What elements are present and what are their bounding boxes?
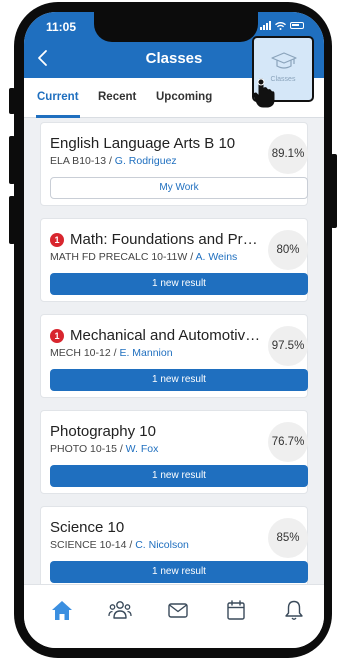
volume-down-button: [9, 196, 15, 244]
course-name: Science 10: [50, 519, 125, 536]
course-name: Math: Foundations and Pre-Calculus 10: [70, 231, 264, 248]
course-card[interactable]: 1 Mechanical and Automotive 10 MECH 10-1…: [40, 314, 308, 398]
active-tab-indicator: [36, 115, 80, 118]
tab-recent[interactable]: Recent: [98, 91, 136, 103]
course-name: Mechanical and Automotive 10: [70, 327, 264, 344]
my-work-button[interactable]: My Work: [50, 177, 308, 199]
calendar-icon[interactable]: [224, 599, 248, 621]
bell-icon[interactable]: [282, 599, 306, 621]
grade-badge: 76.7%: [268, 422, 308, 462]
course-code: MATH FD PRECALC 10-11W / A. Weins: [50, 251, 238, 263]
teacher-link[interactable]: A. Weins: [195, 251, 237, 263]
grade-badge: 80%: [268, 230, 308, 270]
course-card[interactable]: Science 10 SCIENCE 10-14 / C. Nicolson 8…: [40, 506, 308, 590]
teacher-link[interactable]: E. Mannion: [119, 347, 172, 359]
course-code: SCIENCE 10-14 / C. Nicolson: [50, 539, 189, 551]
people-icon[interactable]: [108, 599, 132, 621]
signal-icon: [260, 21, 271, 30]
battery-icon: [290, 22, 304, 29]
teacher-link[interactable]: C. Nicolson: [135, 539, 189, 551]
course-name: English Language Arts B 10: [50, 135, 236, 152]
course-code: ELA B10-13 / G. Rodriguez: [50, 155, 177, 167]
silent-switch: [9, 88, 15, 114]
new-result-button[interactable]: 1 new result: [50, 465, 308, 487]
course-card[interactable]: 1 Math: Foundations and Pre-Calculus 10 …: [40, 218, 308, 302]
course-code: MECH 10-12 / E. Mannion: [50, 347, 173, 359]
mail-icon[interactable]: [166, 599, 190, 621]
pointer-hand-icon: [253, 78, 275, 108]
tab-upcoming[interactable]: Upcoming: [156, 91, 212, 103]
grade-badge: 89.1%: [268, 134, 308, 174]
teacher-link[interactable]: G. Rodriguez: [115, 155, 177, 167]
new-result-button[interactable]: 1 new result: [50, 273, 308, 295]
grade-badge: 85%: [268, 518, 308, 558]
teacher-link[interactable]: W. Fox: [126, 443, 159, 455]
course-card[interactable]: Photography 10 PHOTO 10-15 / W. Fox 76.7…: [40, 410, 308, 494]
app-screen: 11:05 Classes Current Recent Upcoming Cl…: [24, 12, 324, 648]
tab-current[interactable]: Current: [37, 91, 79, 103]
alert-badge: 1: [50, 233, 64, 247]
new-result-button[interactable]: 1 new result: [50, 561, 308, 583]
bottom-nav: [24, 584, 324, 648]
home-icon[interactable]: [50, 599, 74, 621]
new-result-button[interactable]: 1 new result: [50, 369, 308, 391]
grade-badge: 97.5%: [268, 326, 308, 366]
alert-badge: 1: [50, 329, 64, 343]
volume-up-button: [9, 136, 15, 184]
course-card[interactable]: English Language Arts B 10 ELA B10-13 / …: [40, 122, 308, 206]
graduation-cap-icon: [271, 52, 297, 69]
status-time: 11:05: [46, 20, 77, 34]
device-notch: [94, 12, 258, 42]
course-name: Photography 10: [50, 423, 156, 440]
wifi-icon: [275, 21, 286, 30]
course-code: PHOTO 10-15 / W. Fox: [50, 443, 159, 455]
status-icons: [260, 21, 304, 30]
power-button: [331, 154, 337, 228]
